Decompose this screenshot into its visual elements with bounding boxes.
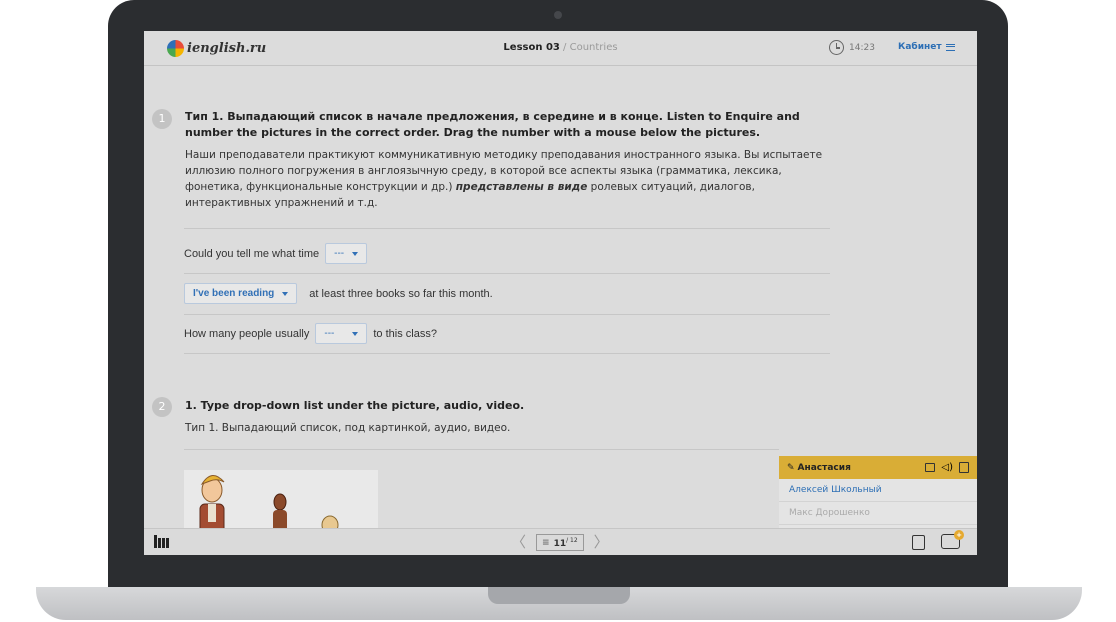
chat-user-item[interactable]: Макс Дорошенко bbox=[779, 502, 977, 525]
dropdown-value: --- bbox=[334, 248, 345, 259]
hamburger-icon bbox=[945, 43, 955, 51]
answer-dropdown[interactable]: I've been reading bbox=[184, 283, 298, 304]
total-pages: / 12 bbox=[566, 536, 578, 544]
sentence-text: at least three books so far this month. bbox=[309, 287, 493, 300]
chat-user-item[interactable]: Алексей Школьный bbox=[779, 479, 977, 502]
sentence-row: I've been reading at least three books s… bbox=[184, 283, 493, 304]
task-number-badge: 1 bbox=[152, 109, 172, 129]
notebook-icon[interactable] bbox=[959, 462, 969, 473]
task-description: Наши преподаватели практикуют коммуникат… bbox=[185, 147, 835, 211]
task-title: 1. Type drop-down list under the picture… bbox=[185, 399, 525, 412]
timer: 14:23 bbox=[849, 43, 875, 53]
app-footer: 〈 ≡ 11/ 12 〉 + bbox=[144, 528, 977, 555]
notebook-icon[interactable] bbox=[912, 535, 925, 550]
divider bbox=[184, 228, 830, 229]
answer-dropdown[interactable]: --- bbox=[315, 323, 368, 344]
divider bbox=[184, 314, 830, 315]
divider bbox=[184, 273, 830, 274]
description-emphasis: представлены в виде bbox=[455, 181, 588, 193]
lesson-topic: Countries bbox=[569, 42, 618, 53]
speaker-icon[interactable]: ◁) bbox=[941, 462, 953, 473]
active-user-name: ✎ Анастасия bbox=[787, 463, 851, 473]
sentence-row: How many people usually --- to this clas… bbox=[184, 323, 437, 344]
lesson-separator: / bbox=[559, 42, 570, 53]
sentence-text: Could you tell me what time bbox=[184, 247, 320, 260]
task-title: Тип 1. Выпадающий список в начале предло… bbox=[185, 110, 800, 139]
task-number-badge: 2 bbox=[152, 397, 172, 417]
app-header: ienglish.ru Lesson 03 / Countries 14:23 … bbox=[144, 31, 977, 66]
clock-icon bbox=[829, 40, 844, 55]
chat-controls: ◁) bbox=[925, 462, 969, 473]
answer-dropdown[interactable]: --- bbox=[325, 243, 368, 264]
cabinet-menu-button[interactable]: Кабинет bbox=[898, 42, 955, 52]
sentence-row: Could you tell me what time --- bbox=[184, 243, 368, 264]
active-user-label: Анастасия bbox=[797, 462, 851, 473]
previous-page-icon[interactable]: 〈 bbox=[511, 535, 526, 550]
webcam bbox=[554, 11, 562, 19]
chat-active-user[interactable]: ✎ Анастасия ◁) bbox=[779, 456, 977, 479]
sentence-text: to this class? bbox=[373, 327, 437, 340]
page-indicator[interactable]: ≡ 11/ 12 bbox=[536, 534, 584, 551]
current-page: 11 bbox=[553, 538, 567, 549]
chevron-down-icon bbox=[352, 251, 359, 256]
dropdown-value: I've been reading bbox=[193, 288, 275, 299]
chevron-down-icon bbox=[352, 331, 359, 336]
lesson-label: Lesson 03 bbox=[503, 42, 560, 53]
task-description: Тип 1. Выпадающий список, под картинкой,… bbox=[185, 422, 511, 434]
next-page-icon[interactable]: 〉 bbox=[594, 535, 609, 550]
chat-notification-dot: + bbox=[954, 530, 964, 540]
divider bbox=[184, 449, 779, 450]
pager: 〈 ≡ 11/ 12 〉 bbox=[511, 534, 609, 551]
laptop-notch bbox=[488, 587, 630, 604]
cabinet-label: Кабинет bbox=[898, 42, 942, 52]
video-camera-icon[interactable] bbox=[925, 463, 936, 472]
screen: ienglish.ru Lesson 03 / Countries 14:23 … bbox=[144, 31, 977, 555]
library-icon[interactable] bbox=[154, 535, 169, 548]
dropdown-value: --- bbox=[324, 328, 335, 339]
divider bbox=[184, 353, 830, 354]
pencil-icon: ✎ bbox=[787, 462, 795, 473]
sentence-text: How many people usually bbox=[184, 327, 310, 340]
list-icon: ≡ bbox=[542, 537, 550, 548]
chevron-down-icon bbox=[282, 291, 289, 296]
